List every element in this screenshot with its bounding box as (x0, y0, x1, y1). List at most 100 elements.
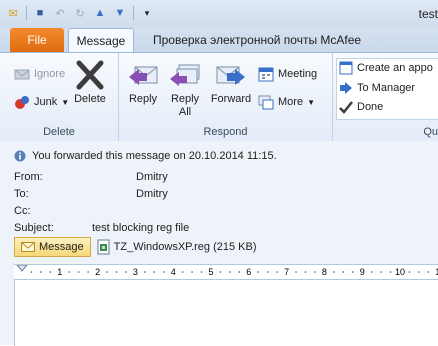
envelope-icon (21, 242, 35, 252)
ruler-tick (408, 271, 411, 273)
tab-file[interactable]: File (10, 28, 64, 52)
ruler-number: 1 (57, 267, 62, 277)
ruler-tick (304, 271, 307, 273)
reply-button[interactable]: Reply (127, 59, 159, 106)
ruler-tick (418, 271, 420, 273)
delete-group-label: Delete (43, 126, 75, 138)
subject-value: test blocking reg file (92, 222, 190, 234)
quick-steps-group: Create an appo To Manager Done Qu (333, 53, 438, 141)
delete-label: Delete (74, 93, 106, 105)
separator (26, 6, 27, 20)
ruler-tick (162, 271, 165, 273)
delete-button[interactable]: Delete (74, 59, 106, 106)
checkmark-icon (339, 101, 353, 114)
ruler-tick (219, 271, 222, 273)
junk-label: Junk (34, 96, 58, 108)
to-manager-button[interactable]: To Manager (339, 81, 415, 95)
ruler-tick (87, 271, 89, 273)
chevron-down-icon: ▼ (307, 97, 315, 107)
separator (133, 6, 134, 20)
forward-button[interactable]: Forward (209, 59, 253, 106)
reg-file-icon (97, 239, 110, 255)
reply-all-icon (170, 64, 200, 86)
quick-steps-group-label: Qu (423, 126, 438, 138)
info-text: You forwarded this message on 20.10.2014… (32, 150, 277, 162)
ruler-tick (295, 271, 297, 273)
to-value[interactable]: Dmitry (136, 188, 168, 200)
ruler-number: 8 (322, 267, 327, 277)
ribbon: Ignore Junk ▼ Delete Delete Reply Reply … (0, 52, 438, 142)
attachment-row: Message TZ_WindowsXP.reg (215 KB) (14, 237, 257, 257)
ruler-tick (181, 271, 184, 273)
ruler-tick (68, 271, 71, 273)
tab-mcafee[interactable]: Проверка электронной почты McAfee (153, 33, 361, 47)
to-manager-label: To Manager (357, 82, 416, 94)
ruler-tick (153, 271, 156, 273)
ruler-tick (125, 271, 127, 273)
junk-button[interactable]: Junk ▼ (14, 94, 69, 110)
window-title: test (418, 7, 438, 21)
more-icon (258, 95, 274, 110)
reply-all-button[interactable]: Reply All (169, 59, 201, 119)
message-tab-button[interactable]: Message (14, 237, 91, 257)
ruler-tick (106, 271, 108, 273)
undo-icon[interactable]: ↶ (53, 6, 67, 20)
meeting-icon (258, 67, 274, 82)
customize-qat-icon[interactable]: ▾ (140, 6, 154, 20)
attachment-name: TZ_WindowsXP.reg (215 KB) (113, 241, 257, 253)
ruler-tick (257, 271, 260, 273)
create-appointment-label: Create an appo (357, 62, 433, 74)
ruler-number: 7 (284, 267, 289, 277)
ruler-tick (77, 271, 80, 273)
ruler-tick (427, 271, 430, 273)
create-appointment-button[interactable]: Create an appo (339, 61, 433, 75)
ruler-tick (115, 271, 118, 273)
from-value[interactable]: Dmitry (136, 171, 168, 183)
ruler-tick (30, 271, 33, 273)
cc-label: Cc: (14, 205, 31, 217)
ruler-tick (200, 271, 203, 273)
ignore-label: Ignore (34, 68, 66, 80)
title-bar: ✉ ■ ↶ ↻ ▲ ▼ ▾ test (0, 0, 438, 28)
save-icon[interactable]: ■ (33, 6, 47, 20)
respond-group: Reply Reply All Forward Meeting More ▼ R… (119, 53, 333, 141)
subject-label: Subject: (14, 222, 54, 234)
ignore-icon (14, 69, 30, 80)
message-body[interactable] (14, 280, 438, 346)
ruler-tick (389, 271, 392, 273)
redo-icon[interactable]: ↻ (73, 6, 87, 20)
ruler-number: 6 (246, 267, 251, 277)
from-label: From: (14, 171, 43, 183)
ruler-number: 3 (133, 267, 138, 277)
chevron-down-icon: ▼ (61, 97, 70, 107)
ruler-number: 2 (95, 267, 100, 277)
ruler-tick (314, 271, 316, 273)
quick-access-toolbar: ✉ ■ ↶ ↻ ▲ ▼ ▾ (6, 6, 154, 20)
ruler-tick (276, 271, 278, 273)
ruler-tick (380, 271, 382, 273)
junk-icon (15, 96, 29, 109)
ruler-tick (238, 271, 241, 273)
meeting-label: Meeting (278, 68, 318, 80)
reply-all-label-2: All (178, 106, 192, 118)
ruler-tick (191, 271, 193, 273)
ruler-tick (40, 271, 42, 273)
ruler-tick (49, 271, 52, 273)
attachment-item[interactable]: TZ_WindowsXP.reg (215 KB) (97, 239, 257, 255)
envelope-icon[interactable]: ✉ (6, 6, 20, 20)
info-icon (14, 150, 26, 162)
more-button[interactable]: More ▼ (258, 94, 315, 110)
forward-label: Forward (210, 93, 252, 105)
up-arrow-icon[interactable]: ▲ (93, 6, 107, 20)
ignore-button[interactable]: Ignore (14, 67, 65, 81)
message-header: You forwarded this message on 20.10.2014… (0, 141, 438, 346)
ruler-tick (370, 271, 373, 273)
meeting-button[interactable]: Meeting (258, 66, 317, 82)
indent-marker[interactable] (16, 265, 28, 272)
respond-group-label: Respond (203, 126, 248, 138)
forward-arrow-icon (340, 82, 352, 94)
down-arrow-icon[interactable]: ▼ (113, 6, 127, 20)
done-button[interactable]: Done (339, 100, 383, 114)
tab-message[interactable]: Message (68, 28, 134, 52)
reply-icon (129, 66, 158, 85)
